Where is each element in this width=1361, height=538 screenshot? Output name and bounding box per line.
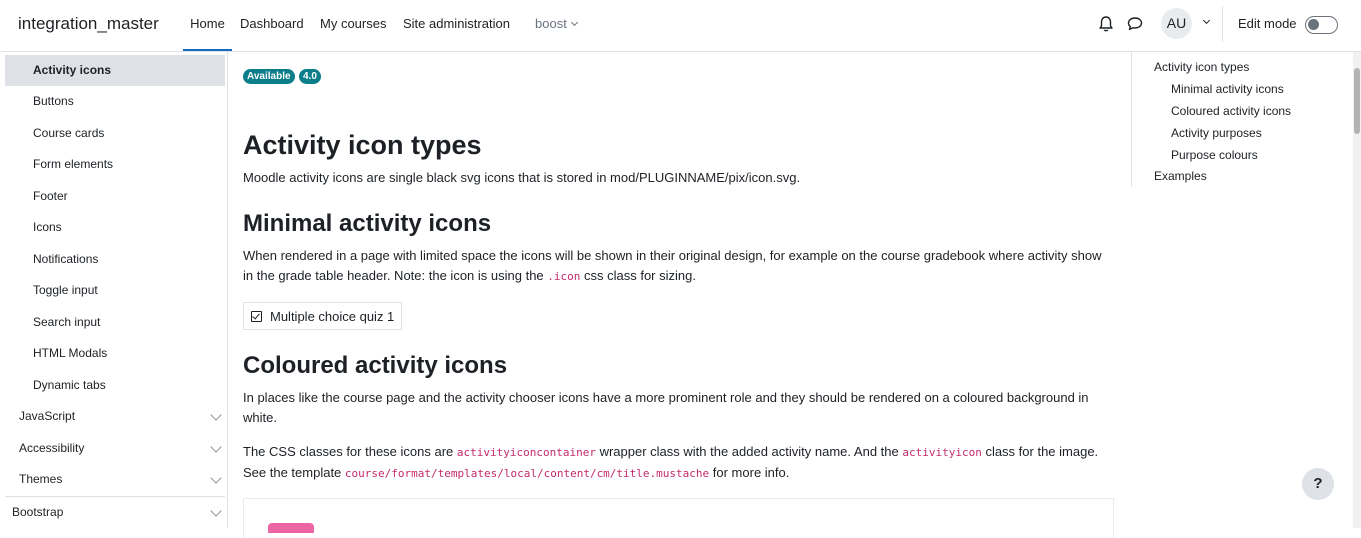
drawer-section-label: Accessibility bbox=[19, 441, 85, 455]
toc-item-activity-icon-types[interactable]: Activity icon types bbox=[1154, 60, 1249, 74]
chevron-down-icon bbox=[210, 505, 222, 517]
drawer-item-buttons[interactable]: Buttons bbox=[5, 86, 225, 117]
drawer-section-label: JavaScript bbox=[19, 409, 76, 423]
inline-code: activityiconcontainer bbox=[456, 446, 596, 459]
inline-code: .icon bbox=[547, 270, 581, 283]
coloured-text-2: The CSS classes for these icons are acti… bbox=[243, 442, 1113, 484]
nav-site-administration-label: Site administration bbox=[403, 16, 510, 31]
chevron-down-icon bbox=[210, 472, 222, 484]
minimal-text: When rendered in a page with limited spa… bbox=[243, 246, 1113, 287]
coloured-text-part: wrapper class with the added activity na… bbox=[595, 444, 903, 459]
user-avatar[interactable]: AU bbox=[1161, 8, 1192, 39]
drawer-section-javascript[interactable]: JavaScript bbox=[5, 401, 225, 432]
minimal-heading: Minimal activity icons bbox=[243, 210, 492, 237]
nav-boost-dropdown[interactable]: boost bbox=[535, 0, 578, 51]
minimal-icon-example: Multiple choice quiz 1 bbox=[243, 302, 402, 330]
minimal-text-part: css class for sizing. bbox=[580, 268, 696, 283]
example-label: Multiple choice quiz 1 bbox=[270, 309, 395, 324]
table-of-contents: Activity icon types Minimal activity ico… bbox=[1131, 52, 1341, 187]
drawer-item-html-modals[interactable]: HTML Modals bbox=[5, 338, 225, 369]
chat-icon[interactable] bbox=[1127, 16, 1143, 32]
nav-home[interactable]: Home bbox=[183, 0, 232, 51]
drawer-section-themes[interactable]: Themes bbox=[5, 464, 225, 495]
drawer-item-search-input[interactable]: Search input bbox=[5, 307, 225, 338]
edit-mode-toggle[interactable] bbox=[1305, 16, 1338, 34]
course-index-drawer: Activity icons Buttons Course cards Form… bbox=[4, 52, 228, 528]
site-name[interactable]: integration_master bbox=[18, 14, 159, 34]
drawer-item-course-cards[interactable]: Course cards bbox=[5, 118, 225, 149]
example-container bbox=[243, 498, 1114, 538]
toc-item-examples[interactable]: Examples bbox=[1154, 169, 1207, 183]
edit-mode-label: Edit mode bbox=[1238, 16, 1297, 31]
drawer-item-notifications[interactable]: Notifications bbox=[5, 244, 225, 275]
drawer-item-footer[interactable]: Footer bbox=[5, 181, 225, 212]
version-badge: 4.0 bbox=[299, 69, 321, 84]
activity-icon-chip bbox=[268, 523, 314, 533]
top-navbar: integration_master Home Dashboard My cou… bbox=[0, 0, 1361, 52]
navbar-divider bbox=[1222, 6, 1223, 42]
status-badge-available: Available bbox=[243, 69, 295, 84]
quiz-checkbox-icon bbox=[251, 311, 262, 322]
nav-my-courses-label: My courses bbox=[320, 16, 387, 31]
nav-my-courses[interactable]: My courses bbox=[320, 0, 386, 51]
drawer-item-dynamic-tabs[interactable]: Dynamic tabs bbox=[5, 370, 225, 401]
nav-site-administration[interactable]: Site administration bbox=[403, 0, 510, 51]
toc-item-activity-purposes[interactable]: Activity purposes bbox=[1171, 126, 1262, 140]
intro-text: Moodle activity icons are single black s… bbox=[243, 170, 801, 185]
drawer-item-form-elements[interactable]: Form elements bbox=[5, 149, 225, 180]
coloured-text-part: for more info. bbox=[709, 465, 790, 480]
toc-item-purpose-colours[interactable]: Purpose colours bbox=[1171, 148, 1258, 162]
help-button[interactable]: ? bbox=[1302, 468, 1334, 500]
nav-dashboard-label: Dashboard bbox=[240, 16, 304, 31]
nav-home-label: Home bbox=[190, 16, 225, 31]
inline-code: course/format/templates/local/content/cm… bbox=[344, 467, 710, 480]
page-scrollbar[interactable] bbox=[1353, 52, 1361, 528]
drawer-item-toggle-input[interactable]: Toggle input bbox=[5, 275, 225, 306]
drawer-section-label: Themes bbox=[19, 472, 63, 486]
toc-item-minimal-activity-icons[interactable]: Minimal activity icons bbox=[1171, 82, 1284, 96]
scrollbar-thumb[interactable] bbox=[1354, 68, 1360, 134]
nav-dashboard[interactable]: Dashboard bbox=[240, 0, 304, 51]
bell-icon[interactable] bbox=[1098, 15, 1114, 33]
chevron-down-icon bbox=[570, 18, 578, 27]
chevron-down-icon bbox=[210, 441, 222, 453]
nav-boost-label: boost bbox=[535, 16, 567, 31]
chevron-down-icon bbox=[210, 409, 222, 421]
drawer-section-label: Bootstrap bbox=[12, 505, 64, 519]
drawer-section-accessibility[interactable]: Accessibility bbox=[5, 433, 225, 464]
user-menu-chevron-down-icon[interactable] bbox=[1202, 16, 1211, 25]
coloured-text-1: In places like the course page and the a… bbox=[243, 390, 1089, 425]
inline-code: activityicon bbox=[902, 446, 982, 459]
drawer-section-bootstrap[interactable]: Bootstrap bbox=[5, 496, 225, 527]
page-title: Activity icon types bbox=[243, 130, 482, 160]
toc-item-coloured-activity-icons[interactable]: Coloured activity icons bbox=[1171, 104, 1291, 118]
drawer-item-icons[interactable]: Icons bbox=[5, 212, 225, 243]
coloured-text-part: The CSS classes for these icons are bbox=[243, 444, 457, 459]
coloured-heading: Coloured activity icons bbox=[243, 352, 508, 379]
drawer-item-activity-icons[interactable]: Activity icons bbox=[5, 55, 225, 86]
